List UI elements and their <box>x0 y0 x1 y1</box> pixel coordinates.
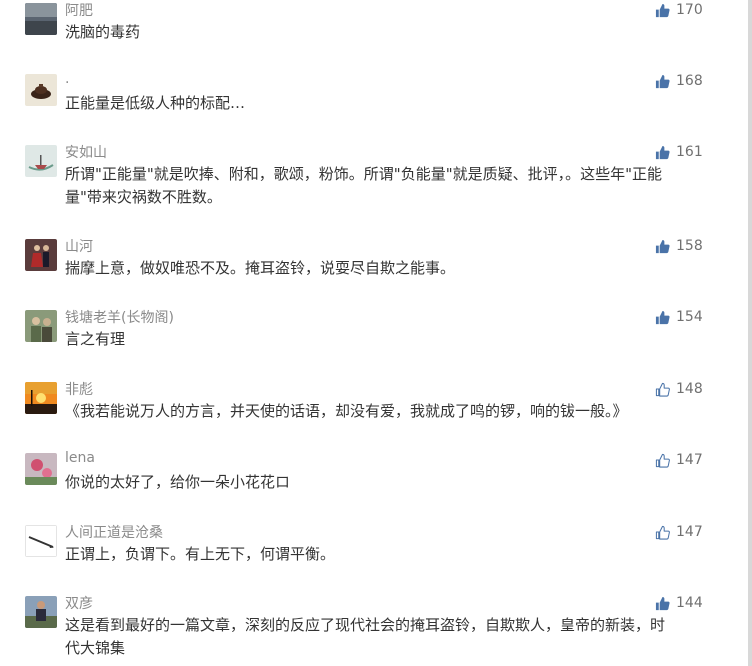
teapot-avatar[interactable] <box>25 74 57 106</box>
sunset-avatar[interactable] <box>25 382 57 414</box>
comment-text: 《我若能说万人的方言，并天使的话语，却没有爱，我就成了鸣的锣，响的钹一般。》 <box>65 402 628 420</box>
thumbs-up-outline-icon <box>655 525 670 540</box>
two-people-avatar[interactable] <box>25 310 57 342</box>
like-count: 148 <box>676 381 703 397</box>
like-button[interactable]: 147 <box>655 523 703 541</box>
comment-username[interactable]: 双彦 <box>65 593 93 613</box>
pen-avatar[interactable] <box>25 525 57 557</box>
thumbs-up-filled-icon <box>655 145 670 160</box>
like-button[interactable]: 161 <box>655 143 703 161</box>
flower-avatar[interactable] <box>25 453 57 485</box>
like-count: 154 <box>676 309 703 325</box>
scrollbar-edge <box>748 0 752 666</box>
comment-username[interactable]: 山河 <box>65 236 93 256</box>
misty-landscape-avatar[interactable] <box>25 3 57 35</box>
thumbs-up-filled-icon <box>655 3 670 18</box>
comment-text: 正能量是低级人种的标配… <box>65 94 246 112</box>
comment-username[interactable]: . <box>65 71 69 87</box>
comment-username[interactable]: 人间正道是沧桑 <box>65 522 163 542</box>
like-button[interactable]: 147 <box>655 451 703 469</box>
thumbs-up-filled-icon <box>655 239 670 254</box>
boat-painting-avatar[interactable] <box>25 145 57 177</box>
like-count: 158 <box>676 238 703 254</box>
like-count: 147 <box>676 452 703 468</box>
comment-username[interactable]: 安如山 <box>65 142 107 162</box>
like-button[interactable]: 170 <box>655 1 703 19</box>
like-count: 161 <box>676 144 703 160</box>
comment-username[interactable]: 钱塘老羊(长物阁) <box>65 307 174 327</box>
comment-text: 揣摩上意，做奴唯恐不及。掩耳盗铃，说耍尽自欺之能事。 <box>65 259 456 277</box>
like-button[interactable]: 168 <box>655 72 703 90</box>
comment-username[interactable]: 阿肥 <box>65 0 93 20</box>
comment-text: 言之有理 <box>65 330 126 348</box>
comment-text: 所谓"正能量"就是吹捧、附和，歌颂，粉饰。所谓"负能量"就是质疑、批评，。这些年… <box>65 165 663 206</box>
person-avatar[interactable] <box>25 596 57 628</box>
like-count: 144 <box>676 595 703 611</box>
like-button[interactable]: 154 <box>655 308 703 326</box>
dancers-avatar[interactable] <box>25 239 57 271</box>
thumbs-up-outline-icon <box>655 453 670 468</box>
like-button[interactable]: 158 <box>655 237 703 255</box>
like-count: 168 <box>676 73 703 89</box>
like-button[interactable]: 148 <box>655 380 703 398</box>
thumbs-up-filled-icon <box>655 74 670 89</box>
like-button[interactable]: 144 <box>655 594 703 612</box>
comment-username[interactable]: 非彪 <box>65 379 93 399</box>
comment-username[interactable]: lena <box>65 450 95 466</box>
like-count: 170 <box>676 2 703 18</box>
comment-text: 这是看到最好的一篇文章，深刻的反应了现代社会的掩耳盗铃，自欺欺人，皇帝的新装，时… <box>65 616 666 657</box>
thumbs-up-outline-icon <box>655 382 670 397</box>
comment-text: 正谓上，负谓下。有上无下，何谓平衡。 <box>65 545 336 563</box>
thumbs-up-filled-icon <box>655 596 670 611</box>
comment-list: 阿肥 洗脑的毒药 170 . 正能量是低级人种的标配… 168 安如山 所谓"正… <box>0 0 748 666</box>
comment-text: 洗脑的毒药 <box>65 23 141 41</box>
thumbs-up-filled-icon <box>655 310 670 325</box>
comment-text: 你说的太好了，给你一朵小花花ロ <box>65 473 291 491</box>
like-count: 147 <box>676 524 703 540</box>
